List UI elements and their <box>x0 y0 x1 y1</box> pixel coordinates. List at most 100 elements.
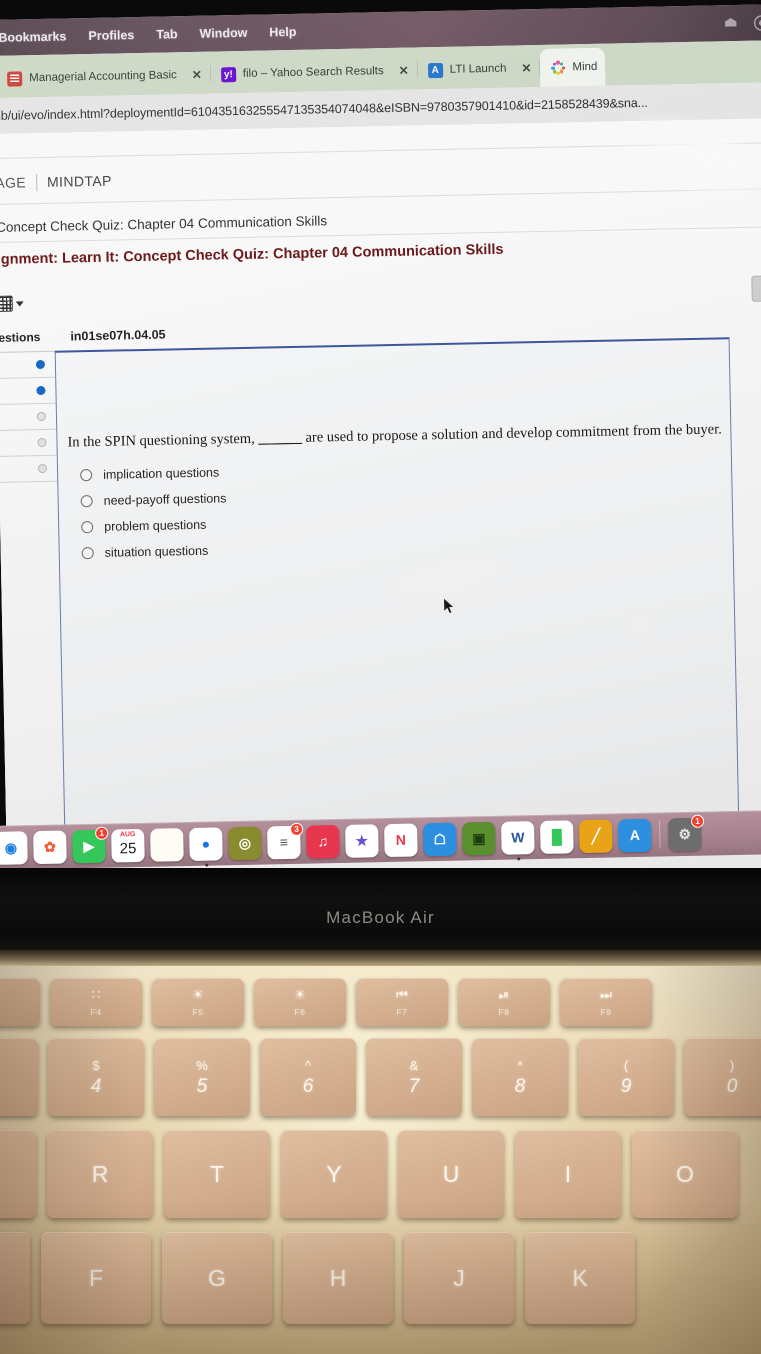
dock-icon-music[interactable]: ♫ <box>306 824 340 859</box>
dock-icon-word[interactable]: W <box>501 820 535 860</box>
menu-item-profiles[interactable]: Profiles <box>88 28 134 43</box>
dock-icon-news[interactable]: N <box>384 822 418 857</box>
key-k[interactable]: K <box>525 1232 635 1324</box>
answer-option-1[interactable]: implication questions <box>80 459 226 488</box>
key-j[interactable]: J <box>404 1232 514 1324</box>
answer-options[interactable]: implication questions need-payoff questio… <box>80 459 228 566</box>
radio-button[interactable] <box>80 469 93 482</box>
tab-title: Mind <box>572 60 598 74</box>
key-h[interactable]: H <box>283 1232 393 1324</box>
keyboard-number-row[interactable]: #3$4%5^6&7*8(9)0 <box>0 1038 761 1116</box>
tab-close-button[interactable]: ✕ <box>399 64 409 78</box>
panel-toggle-button[interactable] <box>751 275 761 302</box>
answer-option-4[interactable]: situation questions <box>81 537 227 566</box>
music-glyph: ♫ <box>317 833 329 850</box>
key-t[interactable]: T <box>164 1130 270 1218</box>
key-shift-symbol: ^ <box>304 1057 312 1073</box>
news-glyph: N <box>395 831 407 848</box>
key-f7[interactable]: ⏮ F7 <box>356 978 448 1026</box>
key-f8[interactable]: ⏯ F8 <box>458 978 550 1026</box>
radio-button[interactable] <box>81 521 94 534</box>
question-nav-item-1[interactable] <box>0 351 56 379</box>
key-e[interactable]: E <box>0 1130 36 1218</box>
key-f4[interactable]: ∷ F4 <box>50 978 142 1026</box>
key-4[interactable]: $4 <box>48 1038 144 1116</box>
dock-icon-notes[interactable] <box>150 827 184 862</box>
question-blank: ______ <box>258 429 303 447</box>
keyboard-function-row[interactable]: ☷F3 ∷ F4 ☀ F5 ☀ F6 ⏮ F7 ⏯ F8 ⏭ F9 <box>0 978 652 1026</box>
question-nav-item-4[interactable] <box>0 429 57 457</box>
key-9[interactable]: (9 <box>578 1038 674 1116</box>
menu-item-window[interactable]: Window <box>199 26 247 41</box>
question-nav-item-2[interactable] <box>0 377 56 405</box>
dock-icon-podcasts[interactable]: ◎ <box>228 826 262 860</box>
answer-option-3[interactable]: problem questions <box>81 511 227 540</box>
key-fn-label: F6 <box>294 1006 306 1017</box>
key-u[interactable]: U <box>398 1130 504 1218</box>
control-center-icon[interactable] <box>753 14 761 31</box>
keyboard-home-letter-row[interactable]: DFGHJK <box>0 1232 635 1324</box>
key-f3[interactable]: ☷F3 <box>0 978 40 1026</box>
key-f9[interactable]: ⏭ F9 <box>560 978 652 1026</box>
key-i[interactable]: I <box>515 1130 621 1218</box>
dock-icon-facetime[interactable]: ▶ 1 <box>72 826 109 863</box>
dock-icon-keynote[interactable]: ☖ <box>423 822 457 856</box>
dock-icon-safari[interactable]: ◉ <box>0 830 28 865</box>
key-y[interactable]: Y <box>281 1130 387 1218</box>
photos-glyph: ✿ <box>43 838 56 855</box>
key-fn-label: F7 <box>396 1006 408 1017</box>
answer-option-2[interactable]: need-payoff questions <box>80 485 227 514</box>
dock-icon-reminders[interactable]: ≡ 3 <box>267 822 304 859</box>
key-o[interactable]: O <box>632 1130 738 1218</box>
airplay-icon[interactable] <box>722 14 739 31</box>
dock-icon-photos[interactable]: ✿ <box>33 829 67 864</box>
lti-icon: A <box>427 62 443 78</box>
dock-icon-pages[interactable]: ╱ <box>578 819 613 853</box>
question-nav-list[interactable] <box>0 350 65 852</box>
key-letter: O <box>676 1160 694 1187</box>
key-5[interactable]: % 5 <box>154 1038 250 1116</box>
key-g[interactable]: G <box>162 1232 272 1324</box>
key-0[interactable]: ) 0 <box>684 1038 761 1116</box>
dock-icon-chrome[interactable]: ● <box>189 826 223 867</box>
dock-icon-calendar[interactable]: AUG 25 <box>111 828 145 863</box>
url-text[interactable]: nb/ui/evo/index.html?deploymentId=610435… <box>0 96 648 123</box>
quiz-container: estions in01se07h.04.05 In the SPIN ques… <box>0 308 761 869</box>
question-panel: In the SPIN questioning system, ______ a… <box>54 337 740 856</box>
key-shift-symbol: ( <box>623 1057 629 1073</box>
dock-icon-minecraft[interactable]: ▣ <box>462 821 496 856</box>
laptop-keyboard: ☷F3∷F4☀F5☀F6⏮F7⏯F8⏭F9 #3$4%5^6&7*8(9)0 E… <box>0 966 761 1354</box>
key-symbol: ⏭ <box>600 986 612 1002</box>
radio-button[interactable] <box>80 495 93 508</box>
key-7[interactable]: & 7 <box>366 1038 462 1116</box>
grid-menu-button[interactable] <box>0 295 24 312</box>
browser-tab-4[interactable]: Mind <box>540 47 606 87</box>
question-nav-item-5[interactable] <box>0 455 58 483</box>
key-d[interactable]: D <box>0 1232 30 1324</box>
browser-tab-2[interactable]: y! filo – Yahoo Search Results ✕ <box>210 51 418 94</box>
menu-item-bookmarks[interactable]: Bookmarks <box>0 29 67 44</box>
tab-close-button[interactable]: ✕ <box>521 61 531 75</box>
menu-item-tab[interactable]: Tab <box>156 27 178 41</box>
key-f[interactable]: F <box>41 1232 151 1324</box>
dock-icon-app-store[interactable]: A <box>617 818 652 852</box>
tab-close-button[interactable]: ✕ <box>192 68 202 82</box>
dock-icon-numbers[interactable]: █ <box>539 819 574 854</box>
key-f6[interactable]: ☀ F6 <box>254 978 346 1026</box>
dock-icon-system-settings[interactable]: ⚙ 1 <box>667 814 705 851</box>
course-title: Concept Check Quiz: Chapter 04 Communica… <box>0 213 328 235</box>
menu-item-help[interactable]: Help <box>269 25 296 40</box>
radio-button[interactable] <box>81 547 94 560</box>
key-symbol: ⏯ <box>498 986 510 1002</box>
key-r[interactable]: R <box>47 1130 153 1218</box>
key-3[interactable]: #3 <box>0 1038 38 1116</box>
keyboard-top-letter-row[interactable]: ERTYUI O <box>0 1130 738 1218</box>
dock-icon-photo-booth[interactable]: ★ <box>345 823 379 858</box>
question-nav-item-3[interactable] <box>0 403 57 431</box>
key-8[interactable]: * 8 <box>472 1038 568 1116</box>
key-f5[interactable]: ☀ F5 <box>152 978 244 1026</box>
browser-tab-1[interactable]: Managerial Accounting Basic ✕ <box>0 55 211 98</box>
yahoo-icon: y! <box>220 66 237 82</box>
key-6[interactable]: ^ 6 <box>260 1038 356 1116</box>
browser-tab-3[interactable]: A LTI Launch ✕ <box>417 48 540 90</box>
